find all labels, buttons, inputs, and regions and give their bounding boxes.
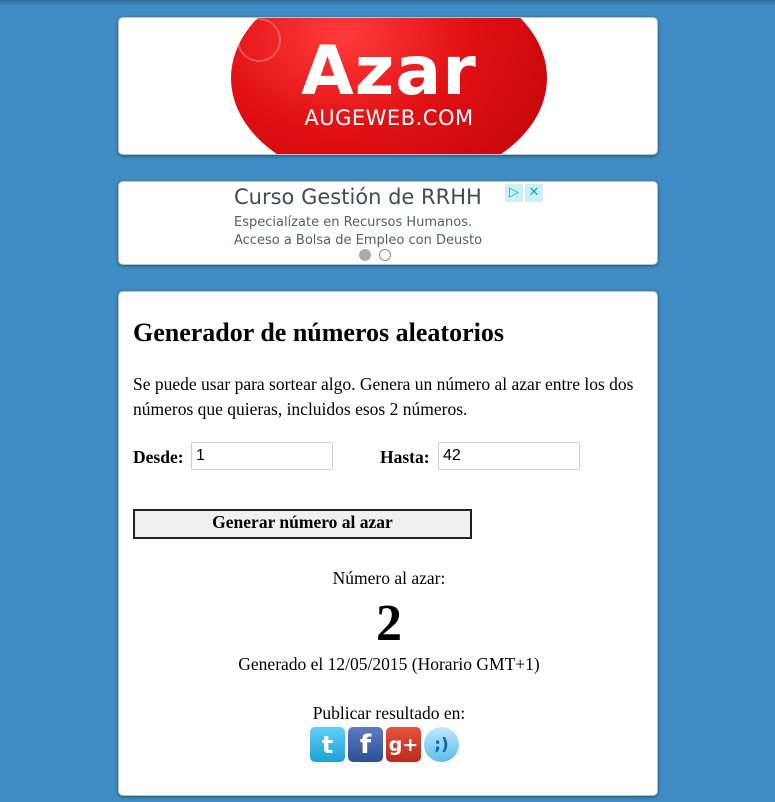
top-bar bbox=[0, 0, 775, 6]
adchoices-icon[interactable]: ▷ bbox=[505, 184, 523, 202]
description-text: Se puede usar para sortear algo. Genera … bbox=[133, 374, 634, 419]
ad-dot-1[interactable] bbox=[359, 249, 371, 261]
facebook-icon[interactable]: f bbox=[348, 727, 383, 762]
generate-button[interactable]: Generar número al azar bbox=[133, 509, 472, 539]
social-share-bar: t f g+ ;) bbox=[310, 727, 459, 762]
to-input[interactable] bbox=[438, 442, 580, 470]
ad-badges: ▷ ✕ bbox=[505, 184, 543, 202]
from-input[interactable] bbox=[191, 442, 333, 470]
logo-panel: Azar AUGEWEB.COM bbox=[118, 17, 658, 155]
tuenti-icon[interactable]: ;) bbox=[424, 727, 459, 762]
generator-panel: Generador de números aleatorios Se puede… bbox=[118, 291, 658, 796]
google-plus-icon[interactable]: g+ bbox=[386, 727, 421, 762]
ad-line-2[interactable]: Acceso a Bolsa de Empleo con Deusto bbox=[234, 233, 482, 248]
logo-word[interactable]: Azar bbox=[119, 32, 657, 111]
publish-label: Publicar resultado en: bbox=[312, 703, 466, 723]
twitter-icon[interactable]: t bbox=[310, 727, 345, 762]
ad-title[interactable]: Curso Gestión de RRHH bbox=[234, 185, 482, 209]
generated-date: Generado el 12/05/2015 (Horario GMT+1) bbox=[238, 654, 540, 674]
to-label: Hasta: bbox=[380, 447, 430, 467]
ad-dot-2[interactable] bbox=[379, 249, 391, 261]
result-label: Número al azar: bbox=[332, 568, 446, 588]
from-label: Desde: bbox=[133, 447, 184, 467]
page-title: Generador de números aleatorios bbox=[133, 318, 504, 347]
ad-carousel-dots bbox=[359, 249, 391, 261]
logo-subtitle[interactable]: AUGEWEB.COM bbox=[119, 106, 657, 130]
ad-banner[interactable]: Curso Gestión de RRHH ▷ ✕ Especialízate … bbox=[118, 181, 658, 265]
result-value: 2 bbox=[376, 595, 402, 652]
ad-close-icon[interactable]: ✕ bbox=[525, 184, 543, 202]
ad-line-1[interactable]: Especialízate en Recursos Humanos. bbox=[234, 215, 472, 230]
